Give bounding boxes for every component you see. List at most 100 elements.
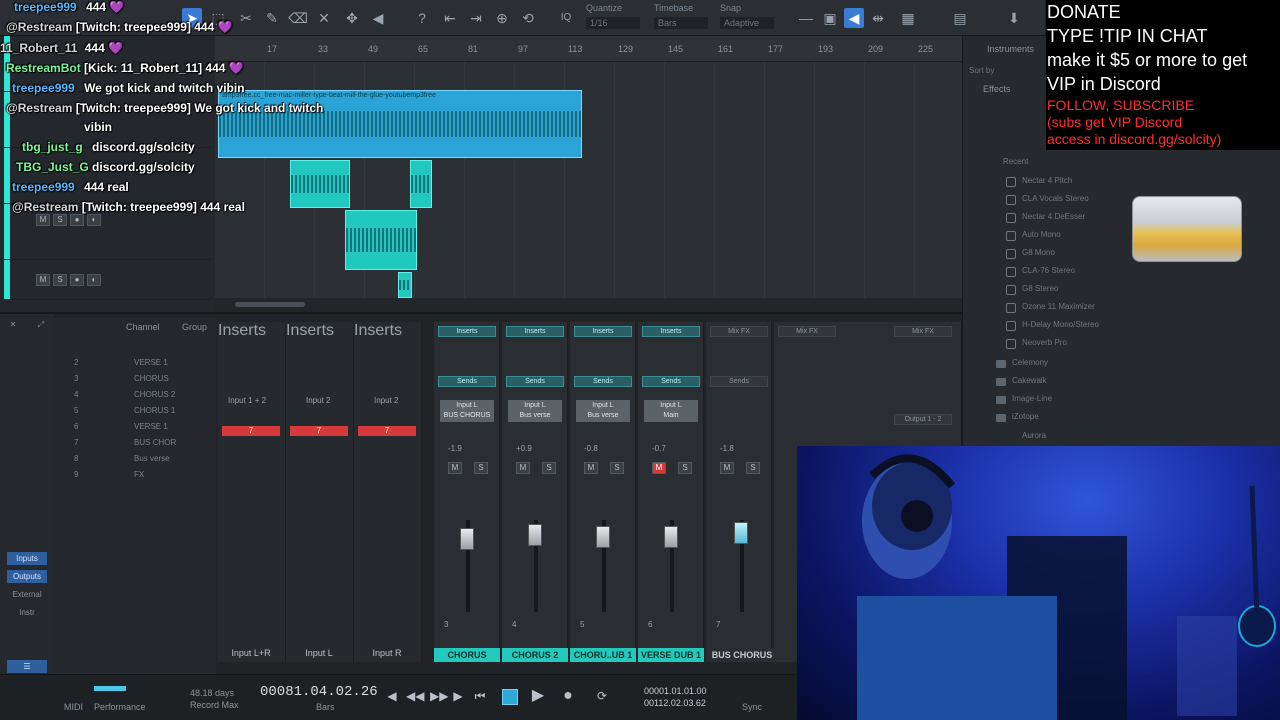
sends-slot[interactable]: Sends — [506, 376, 564, 387]
download-icon[interactable]: ⬇ — [1004, 8, 1024, 28]
loop-start[interactable]: 00001.01.01.00 — [644, 686, 707, 696]
folder-item[interactable]: iZotope — [1012, 412, 1039, 421]
timecode-display[interactable]: 00081.04.02.26 — [260, 684, 378, 700]
folder-item[interactable]: Image-Line — [1012, 394, 1052, 403]
record-button[interactable]: 7 — [290, 426, 348, 436]
loop-icon[interactable]: ⟳ — [594, 688, 610, 704]
loop-end[interactable]: 00112.02.03.62 — [644, 698, 706, 708]
close-icon[interactable]: ✕ — [6, 318, 20, 331]
mute-button[interactable]: M — [720, 462, 734, 474]
input-io[interactable]: Input 2 — [306, 396, 330, 405]
folder-item[interactable]: Celemony — [1012, 358, 1048, 367]
timebase-select[interactable]: Bars — [654, 17, 708, 29]
channel-row[interactable]: 7 BUS CHOR — [74, 438, 176, 447]
sends-slot[interactable]: Sends — [710, 376, 768, 387]
track-header[interactable]: M S ● ◐ — [4, 260, 211, 300]
plugin-item[interactable]: Nectar 4 Pitch — [1022, 176, 1072, 185]
io-routing[interactable]: Input L BUS CHORUS — [440, 400, 494, 422]
strip-label[interactable]: VERSE DUB 1 — [638, 648, 704, 662]
audio-clip[interactable] — [398, 272, 412, 298]
tab-effects[interactable]: Effects — [983, 84, 1010, 94]
play-button[interactable]: ▶ — [530, 688, 546, 704]
plugin-item[interactable]: Auto Mono — [1022, 230, 1061, 239]
solo-button[interactable]: S — [474, 462, 488, 474]
solo-button[interactable]: S — [542, 462, 556, 474]
sidebar-instr[interactable]: Instr — [7, 606, 47, 619]
volume-fader[interactable] — [664, 526, 678, 548]
record-button[interactable]: 7 — [222, 426, 280, 436]
expand-icon[interactable]: ⤢ — [34, 318, 48, 331]
input-io[interactable]: Input 1 + 2 — [228, 396, 266, 405]
plugin-item[interactable]: H-Delay Mono/Stereo — [1022, 320, 1099, 329]
strip-label[interactable]: CHORUS 2 — [502, 648, 568, 662]
mute-button[interactable]: M — [584, 462, 598, 474]
strip-label[interactable]: BUS CHORUS — [706, 648, 778, 662]
mix-fx-slot[interactable]: Mix FX — [894, 326, 952, 337]
channel-row[interactable]: 5 CHORUS 1 — [74, 406, 175, 415]
mute-button[interactable]: M — [516, 462, 530, 474]
record-button[interactable]: ● — [560, 688, 576, 704]
arrange-scrollbar[interactable] — [215, 298, 962, 312]
plugin-item[interactable]: CLA-76 Stereo — [1022, 266, 1075, 275]
timebase-group[interactable]: Timebase Bars — [654, 3, 708, 29]
inserts-slot[interactable]: Inserts — [642, 326, 700, 337]
snap-select[interactable]: Adaptive — [720, 17, 774, 29]
mix-fx-slot[interactable]: Mix FX — [710, 326, 768, 337]
sidebar-external[interactable]: External — [7, 588, 47, 601]
fast-forward-icon[interactable]: ▶▶ — [430, 688, 448, 704]
output-slot[interactable]: Output 1 - 2 — [894, 414, 952, 425]
sort-label[interactable]: Sort by — [969, 66, 994, 75]
channel-row[interactable]: 3 CHORUS — [74, 374, 169, 383]
rewind-icon[interactable]: ◀◀ — [406, 688, 424, 704]
volume-fader[interactable] — [460, 528, 474, 550]
sends-slot[interactable]: Sends — [574, 376, 632, 387]
restore-icon[interactable]: ▣ — [820, 8, 840, 28]
sends-slot[interactable]: Sends — [438, 376, 496, 387]
strip-label[interactable]: CHORU..UB 1 — [570, 648, 636, 662]
previous-marker-icon[interactable]: ◀ — [384, 688, 400, 704]
input-io[interactable]: Input 2 — [374, 396, 398, 405]
channel-row[interactable]: 2 VERSE 1 — [74, 358, 168, 367]
mute-button[interactable]: M — [652, 462, 666, 474]
inserts-slot[interactable]: Inserts — [438, 326, 496, 337]
plugin-item[interactable]: G8 Mono — [1022, 248, 1055, 257]
inserts-slot[interactable]: Inserts — [506, 326, 564, 337]
channel-row[interactable]: 9 FX — [74, 470, 144, 479]
inserts-slot[interactable]: Inserts — [574, 326, 632, 337]
volume-fader[interactable] — [596, 526, 610, 548]
solo-button[interactable]: S — [678, 462, 692, 474]
mix-fx-slot[interactable]: Mix FX — [778, 326, 836, 337]
sends-slot[interactable]: Sends — [642, 376, 700, 387]
inserts-slot[interactable]: Inserts — [286, 322, 353, 340]
nudge-left-icon[interactable]: ⇤ — [440, 8, 460, 28]
mute-button[interactable]: M — [36, 274, 50, 286]
volume-fader[interactable] — [734, 522, 748, 544]
speaker-icon[interactable]: ◀ — [844, 8, 864, 28]
plugin-item[interactable]: G8 Stereo — [1022, 284, 1058, 293]
stop-button[interactable] — [502, 689, 518, 705]
volume-fader[interactable] — [528, 524, 542, 546]
split-view-icon[interactable]: ⇹ — [868, 8, 888, 28]
plugin-item[interactable]: Ozone 11 Maximizer — [1022, 302, 1095, 311]
plugin-item[interactable]: CLA Vocals Stereo — [1022, 194, 1089, 203]
recent-folder[interactable]: Recent — [1003, 157, 1028, 166]
sidebar-inputs[interactable]: Inputs — [7, 552, 47, 565]
return-to-zero-icon[interactable]: ⏮ — [472, 688, 488, 704]
folder-item[interactable]: Aurora — [1022, 431, 1046, 440]
minimize-icon[interactable]: — — [796, 8, 816, 28]
plugin-item[interactable]: Neoverb Pro — [1022, 338, 1067, 347]
iq-label[interactable]: IQ — [556, 8, 576, 28]
grid-view-icon[interactable]: ▦ — [898, 8, 918, 28]
sidebar-list[interactable]: ☰ — [7, 660, 47, 673]
save-icon[interactable]: ▤ — [950, 8, 970, 28]
io-routing[interactable]: Input L Main — [644, 400, 698, 422]
quantize-group[interactable]: Quantize 1/16 — [586, 3, 640, 29]
io-routing[interactable]: Input L Bus verse — [508, 400, 562, 422]
monitor-button[interactable]: ◐ — [87, 274, 101, 286]
solo-button[interactable]: S — [746, 462, 760, 474]
channel-row[interactable]: 8 Bus verse — [74, 454, 170, 463]
solo-button[interactable]: S — [610, 462, 624, 474]
loop-icon[interactable]: ⟲ — [518, 8, 538, 28]
sidebar-outputs[interactable]: Outputs — [7, 570, 47, 583]
next-marker-icon[interactable]: ▶ — [450, 688, 466, 704]
